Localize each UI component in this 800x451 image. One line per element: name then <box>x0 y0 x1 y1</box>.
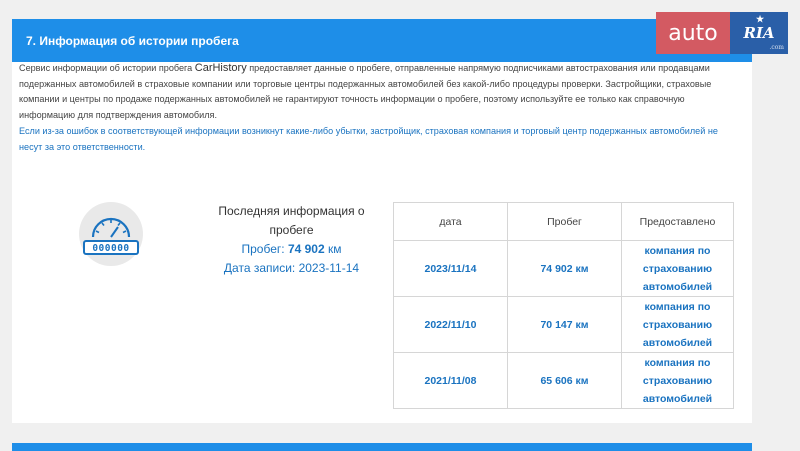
table-row: 2022/11/10 70 147 км компания по страхов… <box>393 296 734 353</box>
date-label: Дата записи: <box>223 261 299 275</box>
disclaimer-text: Если из-за ошибок в соответствующей инфо… <box>19 125 718 152</box>
table-header-row: дата Пробег Предоставлено <box>393 202 734 241</box>
row-provider: компания по страхованию автомобилей <box>621 352 734 409</box>
brand-name: CarHistory <box>194 62 247 74</box>
header-date: дата <box>393 202 508 241</box>
section-title: 7. Информация об истории пробега <box>26 33 239 48</box>
latest-mileage-summary: Последняя информация о пробеге Пробег: 7… <box>214 202 369 278</box>
table-row: 2021/11/08 65 606 км компания по страхов… <box>393 352 734 409</box>
header-mileage: Пробег <box>507 202 622 241</box>
logo-star-icon: ★ <box>756 15 765 25</box>
section-header: 7. Информация об истории пробега <box>12 19 752 62</box>
summary-heading: Последняя информация о пробеге <box>218 204 365 237</box>
mileage-history-table: дата Пробег Предоставлено 2023/11/14 74 … <box>393 202 734 409</box>
row-mileage: 74 902 км <box>507 240 622 297</box>
logo-ria-text: RIA <box>743 24 775 42</box>
row-mileage: 70 147 км <box>507 296 622 353</box>
row-date: 2022/11/10 <box>393 296 508 353</box>
odometer-digits: 000000 <box>92 243 129 254</box>
header-provider: Предоставлено <box>621 202 734 241</box>
summary-mileage: Пробег: 74 902 км <box>214 240 369 259</box>
odometer-icon: 000000 <box>79 202 143 266</box>
table-row: 2023/11/14 74 902 км компания по страхов… <box>393 240 734 297</box>
mileage-label: Пробег: <box>241 242 288 256</box>
row-date: 2023/11/14 <box>393 240 508 297</box>
logo-com: .com <box>769 44 784 51</box>
row-provider: компания по страхованию автомобилей <box>621 240 734 297</box>
summary-date: Дата записи: 2023-11-14 <box>214 259 369 278</box>
row-mileage: 65 606 км <box>507 352 622 409</box>
logo-ria: ★ RIA .com <box>730 12 788 54</box>
row-date: 2021/11/08 <box>393 352 508 409</box>
mileage-unit: км <box>324 242 342 256</box>
row-provider: компания по страхованию автомобилей <box>621 296 734 353</box>
auto-ria-logo: auto ★ RIA .com <box>656 12 788 54</box>
mileage-value: 74 902 <box>287 242 325 256</box>
next-section-header <box>12 443 752 451</box>
description-part1: Сервис информации об истории пробега <box>19 63 195 73</box>
date-value: 2023-11-14 <box>298 261 360 275</box>
logo-auto: auto <box>656 12 730 54</box>
description-text: Сервис информации об истории пробега Car… <box>19 61 719 155</box>
